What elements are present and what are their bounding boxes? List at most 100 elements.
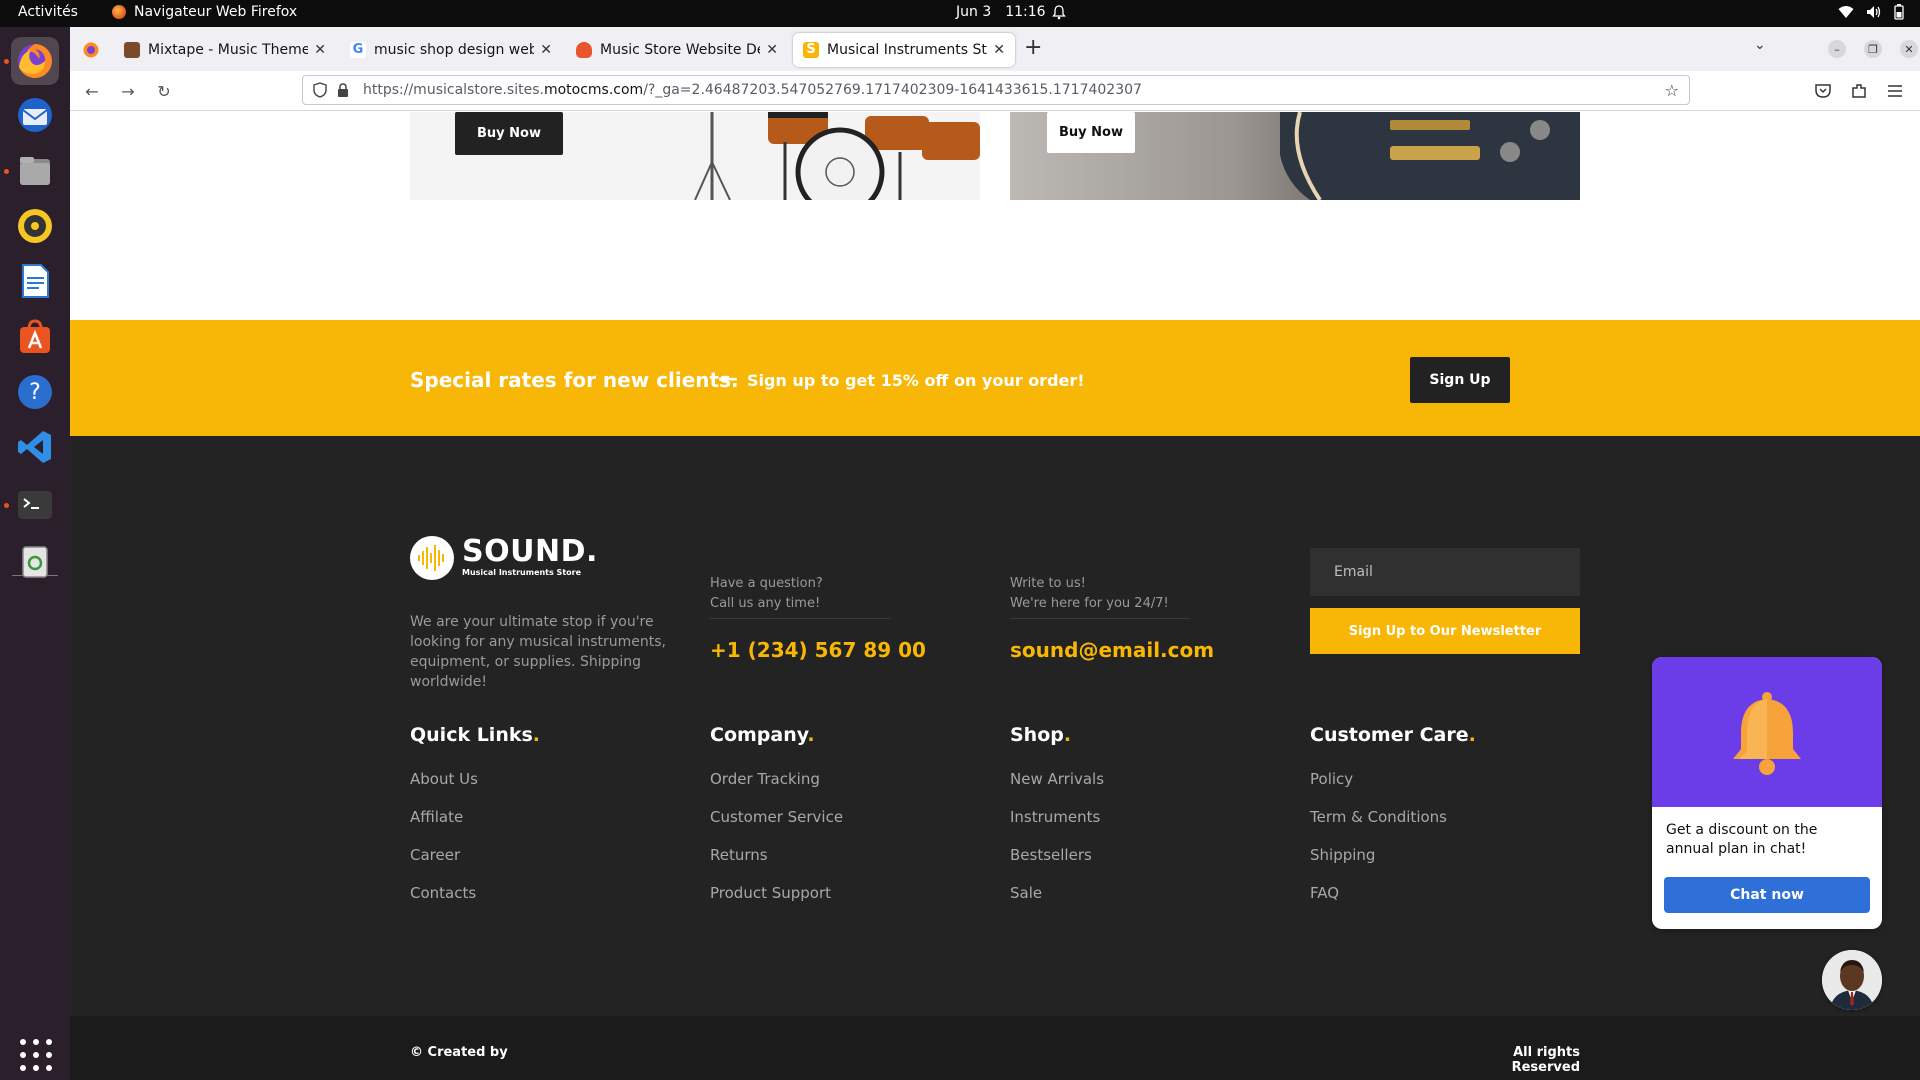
- dock: ?: [0, 27, 70, 1080]
- files-icon: [20, 157, 50, 185]
- tab-music-store-design[interactable]: Music Store Website Des ✕: [566, 33, 788, 67]
- newsletter-email-field[interactable]: [1310, 548, 1580, 596]
- dock-rhythmbox[interactable]: [11, 202, 59, 250]
- dock-vscode[interactable]: [11, 423, 59, 471]
- close-tab-icon[interactable]: ✕: [540, 42, 552, 58]
- new-tab-plus-icon[interactable]: +: [1024, 35, 1042, 60]
- tab-google-search[interactable]: G music shop design web - ✕: [340, 33, 562, 67]
- shop-heading: Shop.: [1010, 724, 1072, 746]
- footer-link-terms[interactable]: Term & Conditions: [1310, 808, 1447, 826]
- footer-link-bestsellers[interactable]: Bestsellers: [1010, 846, 1092, 864]
- dock-firefox[interactable]: [11, 37, 59, 85]
- close-tab-icon[interactable]: ✕: [314, 42, 326, 58]
- copyright-text: © Created by: [410, 1045, 508, 1060]
- bell-icon: [1733, 692, 1801, 775]
- running-indicator: [4, 59, 9, 64]
- newsletter-signup-button[interactable]: Sign Up to Our Newsletter: [1310, 608, 1580, 654]
- buy-now-button[interactable]: Buy Now: [455, 112, 563, 155]
- web-page: Buy Now Buy Now Special rates for new cl…: [70, 112, 1920, 1080]
- footer-link-contacts[interactable]: Contacts: [410, 884, 476, 902]
- footer-bottom-bar: © Created by All rights Reserved: [70, 1016, 1920, 1080]
- tab-title: music shop design web -: [374, 42, 535, 58]
- tab-title: Mixtape - Music Theme f: [148, 42, 309, 58]
- libreoffice-writer-icon: [22, 264, 49, 298]
- tab-musical-instruments[interactable]: S Musical Instruments Stor ✕: [793, 33, 1015, 67]
- dock-writer[interactable]: [11, 257, 59, 305]
- mixtape-favicon: [124, 42, 140, 58]
- dock-help[interactable]: ?: [11, 368, 59, 416]
- forward-arrow-icon[interactable]: →: [116, 79, 140, 103]
- footer-link-new-arrivals[interactable]: New Arrivals: [1010, 770, 1104, 788]
- tab-title: Musical Instruments Stor: [827, 42, 988, 58]
- phone-label-line: Call us any time!: [710, 596, 821, 611]
- footer-link-about-us[interactable]: About Us: [410, 770, 478, 788]
- phone-number-link[interactable]: +1 (234) 567 89 00: [710, 638, 926, 662]
- footer-link-product-support[interactable]: Product Support: [710, 884, 831, 902]
- footer-link-instruments[interactable]: Instruments: [1010, 808, 1100, 826]
- dock-terminal[interactable]: [11, 481, 59, 529]
- battery-icon: [1894, 4, 1904, 20]
- tab-mixtape[interactable]: Mixtape - Music Theme f ✕: [114, 33, 336, 67]
- divider: [1010, 618, 1190, 619]
- email-label: Write to us! We're here for you 24/7!: [1010, 574, 1169, 614]
- chat-popup: Get a discount on the annual plan in cha…: [1652, 657, 1882, 929]
- s-logo-favicon: S: [803, 42, 819, 58]
- hamburger-menu-icon[interactable]: [1885, 81, 1905, 101]
- dock-software[interactable]: [11, 313, 59, 361]
- promo-sign-up-button[interactable]: Sign Up: [1410, 357, 1510, 403]
- close-tab-icon[interactable]: ✕: [766, 42, 778, 58]
- back-arrow-icon[interactable]: ←: [80, 79, 104, 103]
- footer-link-order-tracking[interactable]: Order Tracking: [710, 770, 820, 788]
- close-tab-icon[interactable]: ✕: [993, 42, 1005, 58]
- footer-link-career[interactable]: Career: [410, 846, 460, 864]
- system-status-area[interactable]: [1838, 4, 1904, 20]
- footer-link-shipping[interactable]: Shipping: [1310, 846, 1375, 864]
- system-top-bar: Activités Navigateur Web Firefox Jun 3 1…: [0, 0, 1920, 27]
- dock-trash[interactable]: [11, 537, 59, 585]
- activities-button[interactable]: Activités: [18, 4, 78, 20]
- minimize-icon[interactable]: –: [1828, 40, 1846, 58]
- reload-icon[interactable]: ↻: [152, 79, 176, 103]
- footer-link-sale[interactable]: Sale: [1010, 884, 1042, 902]
- google-favicon: G: [350, 42, 366, 58]
- clock-time: 11:16: [1005, 4, 1046, 20]
- chat-now-button[interactable]: Chat now: [1664, 877, 1870, 913]
- tracking-shield-icon[interactable]: [313, 82, 327, 98]
- sound-logo-icon[interactable]: [410, 536, 454, 580]
- show-apps-grid-icon[interactable]: [20, 1039, 52, 1071]
- app-name: Navigateur Web Firefox: [134, 4, 298, 20]
- drum-kit-image: [694, 112, 980, 200]
- divider: [710, 618, 890, 619]
- phone-label: Have a question? Call us any time!: [710, 574, 823, 614]
- footer-link-policy[interactable]: Policy: [1310, 770, 1353, 788]
- customer-care-heading: Customer Care.: [1310, 724, 1476, 746]
- clock[interactable]: Jun 3 11:16: [956, 4, 1046, 20]
- promo-headline: Special rates for new clients.: [410, 368, 739, 392]
- dock-files[interactable]: [11, 147, 59, 195]
- brand-name[interactable]: SOUND.: [462, 534, 598, 569]
- footer-link-affilate[interactable]: Affilate: [410, 808, 463, 826]
- footer-link-customer-service[interactable]: Customer Service: [710, 808, 843, 826]
- chat-popup-header: [1652, 657, 1882, 807]
- brand-subtitle: Musical Instruments Store: [462, 568, 582, 577]
- firefox-small-icon: [112, 5, 126, 19]
- extensions-puzzle-icon[interactable]: [1849, 81, 1869, 101]
- email-link[interactable]: sound@email.com: [1010, 638, 1214, 662]
- footer-link-returns[interactable]: Returns: [710, 846, 768, 864]
- terminal-icon: [18, 491, 52, 519]
- address-bar[interactable]: https://musicalstore.sites.motocms.com/?…: [302, 75, 1690, 105]
- buy-now-button[interactable]: Buy Now: [1047, 112, 1135, 153]
- restore-icon[interactable]: ❐: [1864, 40, 1882, 58]
- close-window-icon[interactable]: ✕: [1900, 40, 1918, 58]
- list-all-tabs-chevron-icon[interactable]: ⌄: [1754, 37, 1766, 53]
- firefox-view-icon[interactable]: [82, 41, 100, 59]
- pocket-icon[interactable]: [1813, 81, 1833, 101]
- lock-icon[interactable]: [337, 83, 349, 97]
- browser-nav-bar: ← → ↻ https://musicalstore.sites.motocms…: [70, 71, 1920, 111]
- bookmark-star-icon[interactable]: ☆: [1665, 81, 1679, 100]
- chat-agent-avatar[interactable]: [1822, 950, 1882, 1010]
- guitar-card: Buy Now: [1010, 112, 1580, 200]
- footer-link-faq[interactable]: FAQ: [1310, 884, 1339, 902]
- dock-thunderbird[interactable]: [11, 91, 59, 139]
- app-menu[interactable]: Navigateur Web Firefox: [112, 4, 297, 20]
